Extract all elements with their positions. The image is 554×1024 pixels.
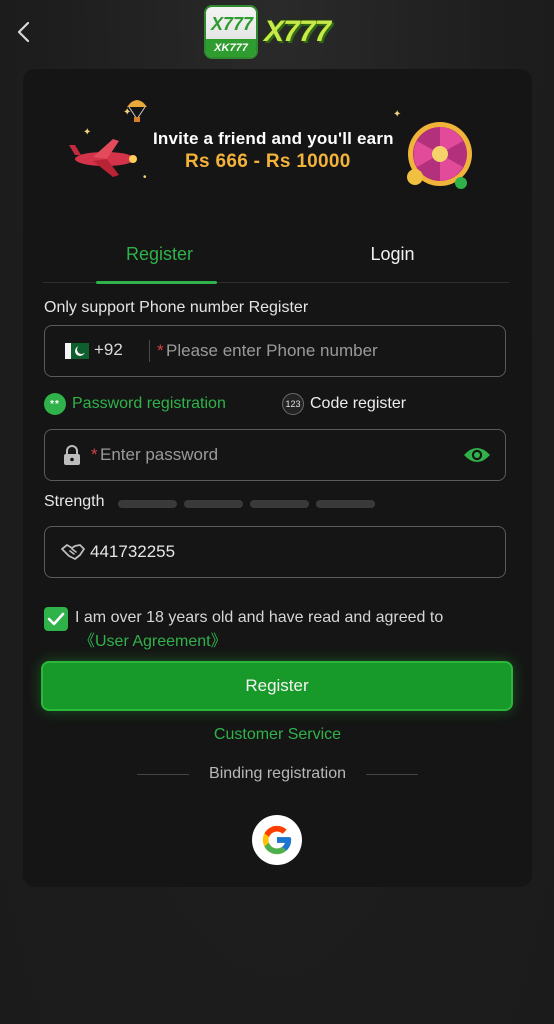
code-option-icon: 123 [282, 393, 304, 415]
app-logo: X777 XK777 X777 [204, 5, 352, 61]
sparkle-icon: ✦ [393, 109, 402, 120]
agreement: I am over 18 years old and have read and… [44, 607, 506, 651]
strength-bar [316, 500, 375, 508]
tab-login[interactable]: Login [276, 229, 509, 283]
register-button[interactable]: Register [41, 661, 513, 711]
required-mark: * [91, 445, 98, 464]
required-mark: * [157, 341, 164, 360]
strength-label: Strength [44, 493, 105, 510]
logo-wordmark: X777 [264, 15, 331, 48]
phone-only-hint: Only support Phone number Register [44, 299, 309, 316]
google-icon [262, 825, 292, 855]
register-page: X777 XK777 X777 ✦ ✦ ✦ • Invite a friend … [0, 0, 554, 1024]
eye-icon[interactable] [463, 445, 491, 465]
agreement-text: I am over 18 years old and have read and… [75, 609, 444, 626]
invite-code-input[interactable] [90, 527, 490, 577]
code-option-label: Code register [310, 395, 407, 412]
invite-banner[interactable]: ✦ ✦ ✦ • Invite a friend and you'll earn … [63, 97, 483, 197]
check-icon [47, 612, 65, 626]
prize-wheel-icon [407, 122, 472, 189]
auth-tabs: Register Login [43, 229, 509, 284]
strength-bar [184, 500, 243, 508]
logo-badge-bottom: XK777 [206, 39, 256, 57]
registration-options: ** Password registration 123 Code regist… [44, 391, 506, 419]
field-divider [149, 340, 150, 362]
parachute-icon [127, 100, 147, 122]
binding-registration-label: Binding registration [209, 765, 346, 782]
option-code-register[interactable]: 123 Code register [282, 391, 406, 417]
strength-bar [118, 500, 177, 508]
option-password-registration[interactable]: ** Password registration [44, 391, 226, 417]
invite-code-field [44, 526, 506, 578]
register-card: ✦ ✦ ✦ • Invite a friend and you'll earn … [23, 69, 532, 887]
strength-bar [250, 500, 309, 508]
pakistan-flag-icon [65, 343, 89, 359]
phone-input[interactable] [166, 326, 496, 376]
handshake-icon [61, 544, 85, 560]
password-option-icon: ** [44, 393, 66, 415]
plane-icon [69, 139, 137, 177]
banner-invite-text: Invite a friend and you'll earn [153, 129, 394, 148]
back-button[interactable] [12, 18, 36, 46]
password-option-label: Password registration [72, 395, 226, 412]
banner-amount-text: Rs 666 - Rs 10000 [185, 151, 351, 172]
password-field: * [44, 429, 506, 481]
phone-field: +92 * [44, 325, 506, 377]
sparkle-icon: • [143, 172, 147, 183]
google-login-button[interactable] [252, 815, 302, 865]
tab-register[interactable]: Register [43, 229, 276, 284]
agreement-checkbox[interactable] [44, 607, 68, 631]
back-chevron-icon [17, 21, 30, 43]
divider-line [366, 774, 418, 775]
user-agreement-link[interactable]: 《User Agreement》 [79, 627, 227, 651]
logo-badge: X777 XK777 [204, 5, 258, 59]
lock-icon [64, 445, 80, 465]
customer-service-link[interactable]: Customer Service [23, 726, 532, 744]
password-input[interactable] [100, 430, 450, 480]
password-strength: Strength [44, 493, 506, 515]
logo-badge-top: X777 [210, 14, 254, 34]
country-code[interactable]: +92 [94, 340, 123, 360]
